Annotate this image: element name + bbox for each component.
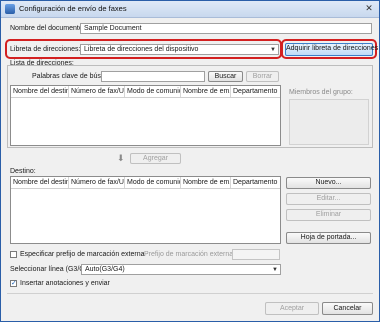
edit-destination-button[interactable]: Editar... bbox=[286, 193, 371, 205]
new-destination-button[interactable]: Nuevo... bbox=[286, 177, 371, 189]
window-title: Configuración de envío de faxes bbox=[19, 4, 127, 13]
insert-annotations-checkbox[interactable]: ✓ bbox=[10, 280, 17, 287]
address-book-selected-value: Libreta de direcciones del dispositivo bbox=[84, 46, 199, 53]
destination-header: Nombre del destino Número de fax/URI Mod… bbox=[11, 177, 280, 189]
group-members-label: Miembros del grupo: bbox=[289, 89, 353, 96]
select-line-dropdown[interactable]: Auto(G3/G4) ▼ bbox=[81, 264, 281, 275]
address-book-select[interactable]: Libreta de direcciones del dispositivo ▼ bbox=[80, 44, 279, 55]
external-prefix-checkbox[interactable] bbox=[10, 251, 17, 258]
address-list-header: Nombre del destino Número de fax/URI Mod… bbox=[11, 86, 280, 98]
external-prefix-checkbox-label: Especificar prefijo de marcación externa bbox=[20, 251, 145, 258]
external-prefix-field-label: Prefijo de marcación externa: bbox=[144, 251, 236, 258]
cancel-button[interactable]: Cancelar bbox=[322, 302, 373, 315]
column-header-company[interactable]: Nombre de em... bbox=[181, 177, 231, 188]
address-book-label: Libreta de direcciones: bbox=[10, 46, 81, 53]
delete-destination-button[interactable]: Eliminar bbox=[286, 209, 371, 221]
close-icon[interactable]: ✕ bbox=[363, 3, 375, 14]
footer-divider bbox=[7, 293, 373, 294]
document-name-label: Nombre del documento: bbox=[10, 25, 85, 32]
column-header-department[interactable]: Departamento bbox=[231, 86, 280, 97]
fax-app-icon bbox=[5, 4, 15, 14]
column-header-fax-number[interactable]: Número de fax/URI bbox=[69, 177, 125, 188]
address-list-table[interactable]: Nombre del destino Número de fax/URI Mod… bbox=[10, 85, 281, 146]
acquire-address-book-button[interactable]: Adquirir libreta de direcciones bbox=[285, 43, 378, 56]
column-header-destination[interactable]: Nombre del destino bbox=[11, 86, 69, 97]
column-header-fax-number[interactable]: Número de fax/URI bbox=[69, 86, 125, 97]
document-name-input[interactable]: Sample Document bbox=[80, 23, 372, 34]
destination-label: Destino: bbox=[10, 168, 36, 175]
cover-sheet-button[interactable]: Hoja de portada... bbox=[286, 232, 371, 244]
destination-table[interactable]: Nombre del destino Número de fax/URI Mod… bbox=[10, 176, 281, 244]
column-header-comm-mode[interactable]: Modo de comunic... bbox=[125, 86, 181, 97]
accept-button[interactable]: Aceptar bbox=[265, 302, 319, 315]
column-header-destination[interactable]: Nombre del destino bbox=[11, 177, 69, 188]
external-prefix-input[interactable] bbox=[232, 249, 280, 260]
fax-settings-dialog: Configuración de envío de faxes ✕ Nombre… bbox=[0, 0, 380, 322]
insert-annotations-label: Insertar anotaciones y enviar bbox=[20, 280, 110, 287]
title-bar[interactable]: Configuración de envío de faxes ✕ bbox=[1, 1, 379, 18]
group-members-list[interactable] bbox=[289, 99, 369, 145]
select-line-value: Auto(G3/G4) bbox=[85, 266, 125, 273]
search-keywords-input[interactable] bbox=[101, 71, 205, 82]
arrow-down-icon: ⬇ bbox=[117, 153, 125, 163]
add-button[interactable]: Agregar bbox=[130, 153, 181, 164]
column-header-company[interactable]: Nombre de em... bbox=[181, 86, 231, 97]
clear-button[interactable]: Borrar bbox=[246, 71, 279, 82]
chevron-down-icon: ▼ bbox=[270, 47, 276, 53]
chevron-down-icon: ▼ bbox=[272, 267, 278, 273]
column-header-comm-mode[interactable]: Modo de comunic... bbox=[125, 177, 181, 188]
search-button[interactable]: Buscar bbox=[208, 71, 243, 82]
column-header-department[interactable]: Departamento bbox=[231, 177, 280, 188]
